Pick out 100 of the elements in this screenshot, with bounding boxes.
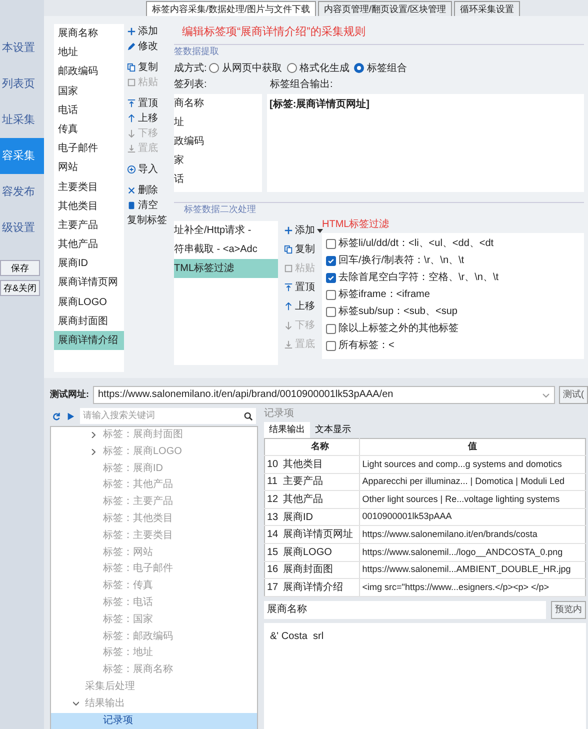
table-cell: 13 — [264, 508, 281, 526]
field-list-item[interactable]: 展商ID — [54, 254, 124, 274]
rule-title: 编辑标签项“展商详情介绍”的采集规则 — [181, 24, 366, 40]
step-list-item[interactable]: 址补全/Http请求 - — [174, 221, 278, 240]
step-list-item[interactable]: TML标签过滤 — [174, 259, 278, 278]
test-button[interactable]: 测试( — [559, 386, 588, 404]
field-list-item[interactable]: 电话 — [54, 100, 124, 120]
arrow-to-top-icon — [284, 283, 293, 292]
table-cell: 0010900001lk53pAAA — [360, 508, 586, 526]
checkmark-icon — [327, 256, 335, 264]
toolbar-button[interactable]: 置顶 — [127, 96, 158, 111]
step-list-item[interactable]: 符串截取 - <a>Adc — [174, 240, 278, 259]
arrow-down-icon — [127, 129, 136, 138]
toolbar-button[interactable]: 复制 — [127, 60, 158, 75]
field-list-item[interactable]: 国家 — [54, 82, 124, 101]
toolbar-button[interactable]: 清空 — [127, 198, 158, 213]
chevron-down-icon[interactable] — [73, 701, 79, 708]
radio-option[interactable]: 格式化生成 — [286, 60, 350, 76]
toolbar-button[interactable]: 添加 — [284, 221, 323, 240]
arrow-to-bottom-icon — [127, 144, 136, 153]
chevron-down-icon[interactable] — [542, 392, 550, 398]
pencil-icon — [127, 42, 136, 51]
nav-item[interactable]: 容采集 — [0, 138, 44, 174]
play-icon[interactable] — [66, 412, 75, 420]
result-text: &' Costa srl — [264, 622, 586, 729]
table-cell: Other light sources | Re...voltage lighting systems — [360, 490, 586, 508]
tag-list-item[interactable]: 政编码 — [174, 132, 262, 151]
checkbox-option[interactable]: 所有标签：< — [326, 337, 580, 354]
toolbar-button[interactable]: 置顶 — [284, 278, 315, 297]
tab[interactable]: 文本显示 — [310, 422, 356, 438]
checkbox-option[interactable]: 标签li/ul/dd/dt：<li、<ul、<dd、<dt — [326, 235, 580, 252]
url-combobox[interactable]: https://www.salonemilano.it/en/api/brand/0010900001lk53pAAA/en — [93, 386, 555, 404]
field-list-item[interactable]: 其他产品 — [54, 235, 124, 254]
chevron-right-icon[interactable] — [91, 432, 97, 438]
toolbar-button[interactable]: 复制标签 — [127, 213, 167, 228]
tag-list-item[interactable]: 家 — [174, 151, 262, 170]
nav-button[interactable]: 保存 — [0, 260, 40, 276]
field-list-item[interactable]: 展商详情页网 — [54, 273, 124, 293]
table-cell: 展商封面图 — [281, 561, 360, 579]
table-cell: https://www.salonemil.../logo__ANDCOSTA_0.png — [360, 544, 586, 562]
search-icon[interactable] — [244, 412, 253, 420]
table-cell: 其他类目 — [281, 456, 360, 474]
tag-list-item[interactable]: 话 — [174, 170, 262, 189]
toolbar-button[interactable]: 导入 — [127, 162, 158, 177]
field-list-item[interactable]: 主要类目 — [54, 178, 124, 197]
checkbox-option[interactable]: 标签sub/sup：<sub、<sup — [326, 303, 580, 320]
tab[interactable]: 结果输出 — [264, 422, 310, 438]
nav-item[interactable]: 容发布 — [0, 174, 44, 210]
nav-item[interactable]: 级设置 — [0, 210, 44, 246]
table-cell: 10 — [264, 456, 281, 474]
field-name-input[interactable]: 展商名称 — [264, 600, 546, 619]
table-cell: 12 — [264, 490, 281, 508]
table-cell: 展商ID — [281, 508, 360, 526]
output-textarea[interactable]: [标签:展商详情页网址] — [267, 94, 584, 192]
toolbar-button[interactable]: 添加 — [127, 24, 158, 39]
chevron-right-icon[interactable] — [91, 449, 97, 456]
checkbox-option[interactable]: 除以上标签之外的其他标签 — [326, 320, 580, 337]
tag-list-item[interactable]: 址 — [174, 113, 262, 132]
field-list-item[interactable]: 其他类目 — [54, 196, 124, 216]
tab[interactable]: 循环采集设置 — [454, 1, 520, 16]
table-cell: <img src="https://www...esigners.</p><p> </p> — [360, 578, 586, 596]
field-list-item[interactable]: 展商详情介绍 — [54, 331, 124, 350]
field-list-item[interactable]: 邮政编码 — [54, 62, 124, 82]
arrow-up-icon — [284, 302, 293, 311]
tag-list-item[interactable]: 商名称 — [174, 94, 262, 113]
field-list-item[interactable]: 电子邮件 — [54, 139, 124, 158]
checkbox-option[interactable]: 去除首尾空白字符：空格、\r、\n、\t — [326, 269, 580, 286]
circle-plus-icon — [127, 165, 136, 174]
nav-button[interactable]: 存&关闭 — [0, 280, 40, 296]
column-header: 值 — [360, 438, 586, 456]
tab[interactable]: 内容页管理/翻页设置/区块管理 — [318, 1, 452, 16]
nav-item[interactable]: 址采集 — [0, 102, 44, 138]
tree-item[interactable]: 记录项 — [51, 712, 257, 729]
field-list-item[interactable]: 主要产品 — [54, 216, 124, 236]
preview-button[interactable]: 预览内 — [551, 600, 586, 619]
field-list-item[interactable]: 展商名称 — [54, 24, 124, 44]
url-label: 测试网址: — [50, 388, 89, 402]
radio-option[interactable]: 从网页中获取 — [209, 60, 282, 76]
nav-item[interactable]: 列表页 — [0, 66, 44, 102]
toolbar-button[interactable]: 修改 — [127, 39, 158, 54]
arrow-up-icon — [127, 114, 136, 123]
checkmark-icon — [327, 274, 335, 282]
refresh-icon[interactable] — [52, 412, 61, 420]
field-list-item[interactable]: 网站 — [54, 158, 124, 178]
field-list-item[interactable]: 地址 — [54, 43, 124, 62]
toolbar-button[interactable]: 上移 — [284, 297, 315, 316]
toolbar-button[interactable]: 上移 — [127, 111, 158, 126]
checkbox-option[interactable]: 回车/换行/制表符：\r、\n、\t — [326, 252, 580, 269]
tab[interactable]: 标签内容采集/数据处理/图片与文件下载 — [146, 1, 316, 16]
nav-item[interactable]: 本设置 — [0, 30, 44, 66]
checkbox-option[interactable]: 标签iframe：<iframe — [326, 286, 580, 303]
toolbar-button[interactable]: 删除 — [127, 183, 158, 198]
field-list-item[interactable]: 展商LOGO — [54, 292, 124, 312]
section-label: 记录项 — [264, 407, 295, 421]
field-list-item[interactable]: 展商封面图 — [54, 312, 124, 331]
toolbar-button[interactable]: 复制 — [284, 240, 315, 259]
field-list-item[interactable]: 传真 — [54, 120, 124, 140]
group-legend: 标签数据二次处理 — [184, 203, 584, 217]
radio-option[interactable]: 标签组合 — [354, 60, 407, 76]
table-cell: 16 — [264, 561, 281, 579]
